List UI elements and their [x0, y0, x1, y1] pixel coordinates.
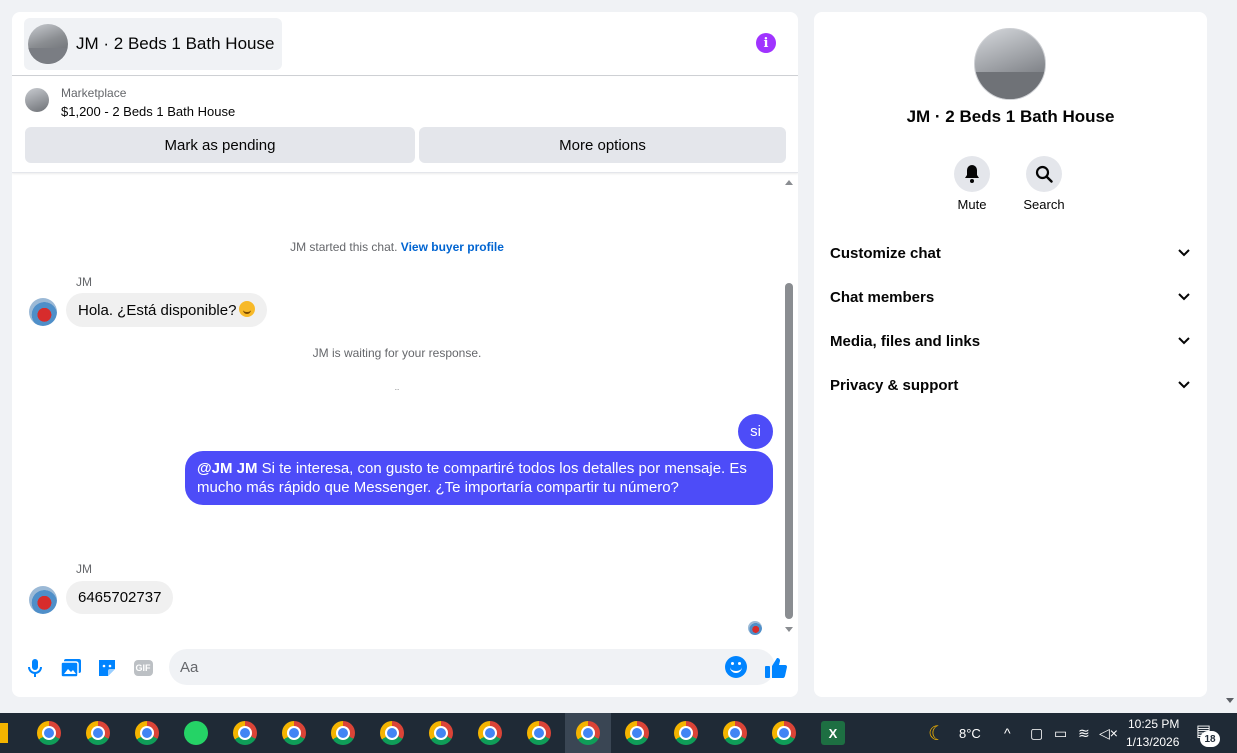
wifi-icon[interactable]: ≋ — [1078, 725, 1090, 742]
search-icon — [1026, 156, 1062, 192]
chrome-profile-icon[interactable] — [576, 721, 600, 745]
excel-icon[interactable]: X — [821, 721, 845, 745]
chevron-up-icon[interactable]: ^ — [1004, 725, 1011, 741]
clock-time[interactable]: 10:25 PM — [1128, 717, 1179, 731]
windows-taskbar: X ☾ 8°C ^ ▢ ▭ ≋ ◁× 10:25 PM 1/13/2026 ▤ … — [0, 713, 1237, 753]
typing-dots: .. — [394, 383, 400, 392]
avatar[interactable] — [29, 298, 57, 326]
gif-icon[interactable]: GIF — [131, 656, 155, 680]
weather-temperature[interactable]: 8°C — [959, 726, 981, 741]
chrome-profile-icon[interactable] — [674, 721, 698, 745]
sender-name: JM — [76, 562, 92, 576]
battery-icon[interactable]: ▭ — [1054, 725, 1067, 742]
chevron-down-icon — [1178, 381, 1190, 389]
bell-icon — [954, 156, 990, 192]
conversation-info-panel: JM · 2 Beds 1 Bath House Mute Search Cus… — [814, 12, 1207, 697]
listing-price-title[interactable]: $1,200 - 2 Beds 1 Bath House — [61, 104, 235, 119]
sender-name: JM — [76, 275, 92, 289]
listing-profile-picture[interactable] — [974, 28, 1046, 100]
view-buyer-profile-link[interactable]: View buyer profile — [401, 240, 504, 254]
chrome-profile-icon[interactable] — [86, 721, 110, 745]
mute-label: Mute — [957, 197, 987, 212]
listing-label: Marketplace — [61, 86, 127, 100]
section-media-files-links[interactable]: Media, files and links — [830, 329, 1190, 353]
message-bubble-incoming[interactable]: 6465702737 — [66, 581, 174, 614]
message-bubble-incoming[interactable]: Hola. ¿Está disponible? — [66, 293, 268, 327]
chat-started-text: JM started this chat. — [290, 240, 401, 254]
microphone-icon[interactable] — [23, 656, 47, 680]
chevron-down-icon — [1178, 293, 1190, 301]
image-icon[interactable] — [59, 656, 83, 680]
smile-emoji-icon — [239, 301, 256, 317]
sticker-icon[interactable] — [95, 656, 119, 680]
section-label: Media, files and links — [830, 332, 981, 350]
scrollbar-thumb[interactable] — [785, 283, 793, 619]
chat-title-button[interactable]: JM · 2 Beds 1 Bath House — [24, 18, 283, 70]
message-scrollbar[interactable] — [784, 178, 794, 632]
message-text: si — [750, 423, 761, 440]
section-label: Privacy & support — [830, 376, 959, 394]
mark-as-pending-button[interactable]: Mark as pending — [25, 127, 415, 163]
clock-date[interactable]: 1/13/2026 — [1126, 735, 1179, 749]
emoji-icon[interactable] — [725, 656, 747, 678]
message-text: Si te interesa, con gusto te compartiré … — [197, 460, 747, 496]
chat-title: JM · 2 Beds 1 Bath House — [76, 34, 275, 53]
listing-bar: Marketplace $1,200 - 2 Beds 1 Bath House… — [12, 77, 798, 173]
chrome-profile-icon[interactable] — [233, 721, 257, 745]
whatsapp-icon[interactable] — [184, 721, 208, 745]
meet-now-icon[interactable]: ▢ — [1030, 725, 1043, 742]
like-icon[interactable] — [764, 656, 788, 680]
message-bubble-outgoing[interactable]: @JM JM Si te interesa, con gusto te comp… — [185, 451, 773, 505]
chrome-icon[interactable] — [135, 721, 159, 745]
listing-avatar — [28, 24, 68, 64]
section-chat-members[interactable]: Chat members — [830, 285, 1190, 309]
message-text: 6465702737 — [78, 589, 162, 606]
section-label: Customize chat — [830, 244, 941, 262]
section-privacy-support[interactable]: Privacy & support — [830, 373, 1190, 397]
gif-label: GIF — [133, 660, 153, 676]
section-customize-chat[interactable]: Customize chat — [830, 241, 1190, 265]
speaker-muted-icon[interactable]: ◁× — [1099, 725, 1118, 742]
search-label: Search — [1023, 197, 1065, 212]
chat-started-notice: JM started this chat. View buyer profile — [12, 240, 782, 254]
scroll-up-arrow-icon[interactable] — [785, 180, 793, 185]
chrome-profile-icon[interactable] — [331, 721, 355, 745]
info-icon[interactable]: i — [756, 33, 776, 53]
listing-thumbnail[interactable] — [25, 88, 49, 112]
seen-indicator-avatar — [748, 621, 762, 635]
file-explorer-icon[interactable] — [0, 723, 8, 743]
notification-count-badge: 18 — [1200, 731, 1220, 747]
message-text: Hola. ¿Está disponible? — [78, 302, 237, 319]
chrome-profile-icon[interactable] — [772, 721, 796, 745]
chrome-profile-icon[interactable] — [37, 721, 61, 745]
mute-button[interactable]: Mute — [942, 156, 1002, 212]
chevron-down-icon — [1178, 249, 1190, 257]
mention[interactable]: @JM JM — [197, 460, 257, 477]
info-panel-title: JM · 2 Beds 1 Bath House — [906, 107, 1115, 126]
chevron-down-icon — [1178, 337, 1190, 345]
section-label: Chat members — [830, 288, 935, 306]
message-bubble-outgoing[interactable]: si — [738, 414, 773, 449]
chrome-profile-icon[interactable] — [723, 721, 747, 745]
message-composer: GIF — [12, 648, 798, 688]
chrome-profile-icon[interactable] — [282, 721, 306, 745]
chrome-profile-icon[interactable] — [478, 721, 502, 745]
chat-header: JM · 2 Beds 1 Bath House i — [12, 12, 798, 76]
chrome-profile-icon[interactable] — [527, 721, 551, 745]
chat-panel: JM · 2 Beds 1 Bath House i Marketplace $… — [12, 12, 798, 697]
chrome-profile-icon[interactable] — [380, 721, 404, 745]
more-options-button[interactable]: More options — [419, 127, 786, 163]
scroll-down-arrow-icon[interactable] — [785, 627, 793, 632]
waiting-notice: JM is waiting for your response. — [312, 346, 482, 360]
search-button[interactable]: Search — [1014, 156, 1074, 212]
message-list: JM started this chat. View buyer profile… — [12, 174, 798, 638]
page-scroll-down-arrow-icon[interactable] — [1226, 698, 1234, 703]
message-input[interactable] — [169, 649, 775, 685]
avatar[interactable] — [29, 586, 57, 614]
moon-weather-icon[interactable]: ☾ — [928, 721, 946, 746]
chrome-profile-icon[interactable] — [625, 721, 649, 745]
chrome-profile-icon[interactable] — [429, 721, 453, 745]
